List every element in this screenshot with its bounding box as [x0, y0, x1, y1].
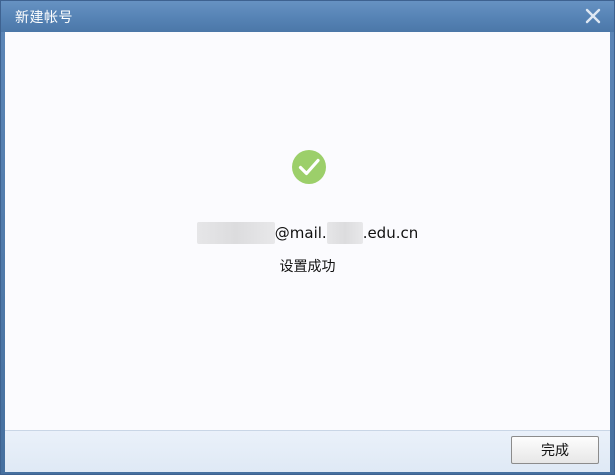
email-part-domain-suffix: .edu.cn [362, 224, 419, 242]
title-bar: 新建帐号 [1, 1, 614, 32]
status-message: 设置成功 [279, 259, 336, 275]
dialog-window: 新建帐号 @mail. .edu.cn 设置成功 完成 [0, 0, 615, 475]
account-email: @mail. .edu.cn [5, 222, 610, 244]
close-icon [585, 8, 601, 24]
check-circle-icon [292, 150, 326, 184]
dialog-content: @mail. .edu.cn 设置成功 [5, 32, 610, 430]
dialog-title: 新建帐号 [15, 10, 73, 26]
email-part-domain-prefix: @mail. [274, 224, 327, 242]
dialog-footer: 完成 [5, 430, 610, 472]
close-button[interactable] [582, 5, 604, 27]
done-button[interactable]: 完成 [511, 436, 599, 464]
redacted-domain [326, 222, 363, 244]
redacted-username [196, 222, 275, 244]
